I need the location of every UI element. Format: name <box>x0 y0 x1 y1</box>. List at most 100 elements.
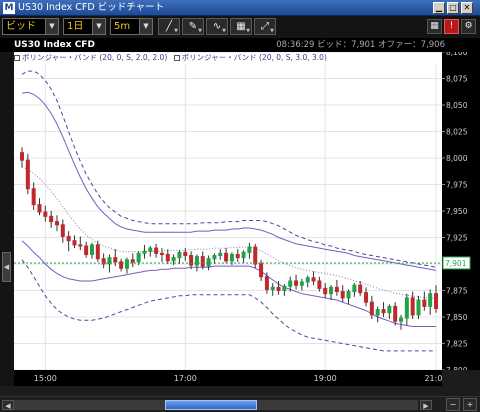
candle-down <box>72 240 77 246</box>
scroll-thumb[interactable] <box>165 400 257 410</box>
candle-up <box>194 256 199 266</box>
candle-down <box>31 188 36 206</box>
y-axis: 8,100 8,075 8,050 8,025 8,000 7,975 7,950 7,925… <box>442 48 480 375</box>
legend-item-bb-3[interactable]: ボリンジャー・バンド (20, 0, S, 3.0, 3.0) <box>173 52 327 64</box>
candle-down <box>393 305 398 322</box>
zoom-tool-button[interactable]: ⤢ ▼ <box>254 18 276 35</box>
candle-up <box>416 299 421 316</box>
x-tick-label: 17:00 <box>174 374 197 383</box>
indicator-tool-button[interactable]: ∿ ▼ <box>206 18 228 35</box>
alert-icon[interactable]: ! <box>444 19 459 34</box>
title-bar: M US30 Index CFD ビッドチャート ▁ □ ✕ <box>0 0 480 16</box>
candle-down <box>235 253 240 259</box>
x-axis: 15:00 17:00 19:00 21:00 <box>14 370 448 386</box>
lower-band-2-line <box>21 240 436 327</box>
window-title: US30 Index CFD ビッドチャート <box>18 2 165 13</box>
candle-down <box>334 286 339 293</box>
legend-item-bb-2[interactable]: ボリンジャー・バンド (20, 0, S, 2.0, 2.0) <box>14 52 167 64</box>
dropdown-arrow-icon: ▼ <box>174 28 178 34</box>
y-tick-label: 8,025 <box>446 128 468 137</box>
candle-up <box>171 257 176 262</box>
candle-up <box>136 252 141 263</box>
settings-icon[interactable]: ⚙ <box>461 19 476 34</box>
draw-line-tool-button[interactable]: ╱ ▼ <box>158 18 180 35</box>
candle-up <box>206 258 211 267</box>
zoom-out-button[interactable]: − <box>446 398 460 411</box>
candle-up <box>247 246 252 253</box>
interval-value: 5m <box>114 21 131 32</box>
candle-up <box>177 251 182 259</box>
chart-header: US30 Index CFD 08:36:29 ビッド：7,901 オファー：7… <box>0 38 480 52</box>
candle-down <box>154 247 159 254</box>
lower-band-3-line <box>21 259 436 352</box>
app-logo-icon: M <box>3 2 15 14</box>
candle-down <box>43 211 48 217</box>
grid-icon[interactable]: ▦ <box>427 19 442 34</box>
candle-down <box>434 293 438 310</box>
zoom-in-button[interactable]: + <box>463 398 477 411</box>
y-tick-label: 7,800 <box>446 366 468 370</box>
candle-down <box>113 257 118 263</box>
pin-tool-icon: ✎ <box>188 21 198 32</box>
candle-down <box>276 286 281 292</box>
x-tick-label: 21:00 <box>424 374 442 383</box>
y-tick-label: 7,950 <box>446 207 468 216</box>
candle-down <box>253 246 258 265</box>
chart-type-tool-button[interactable]: ▦ ▼ <box>230 18 252 35</box>
draw-line-tool-icon: ╱ <box>165 21 173 32</box>
candle-down <box>317 280 322 289</box>
symbol-label: US30 Index CFD <box>14 40 95 50</box>
y-tick-label: 8,075 <box>446 75 468 84</box>
x-tick-label: 19:00 <box>314 374 337 383</box>
dropdown-arrow-icon: ▼ <box>246 28 250 34</box>
interval-select[interactable]: 5m ▼ <box>110 18 153 35</box>
y-tick-label: 7,925 <box>446 234 468 243</box>
candle-down <box>54 221 59 226</box>
close-button[interactable]: ✕ <box>461 2 473 14</box>
candle-down <box>165 253 170 262</box>
legend-label: ボリンジャー・バンド (20, 0, S, 3.0, 3.0) <box>181 53 327 62</box>
maximize-button[interactable]: □ <box>447 2 459 14</box>
side-panel-toggle[interactable]: ◀ <box>2 252 11 282</box>
upper-band-2-line <box>21 91 437 271</box>
candle-down <box>78 244 83 247</box>
candle-down <box>189 255 194 266</box>
candle-down <box>422 299 427 307</box>
candle-down <box>25 159 30 190</box>
price-type-value: ビッド <box>6 21 36 32</box>
scroll-right-button[interactable]: ▶ <box>420 400 432 410</box>
indicator-tool-icon: ∿ <box>212 21 222 32</box>
checkbox-icon <box>14 55 20 61</box>
candle-down <box>364 292 369 303</box>
candle-up <box>288 280 293 287</box>
candle-down <box>66 235 71 242</box>
chart-area[interactable]: ボリンジャー・バンド (20, 0, S, 2.0, 2.0) ボリンジャー・バ… <box>14 52 442 370</box>
chart-plot[interactable] <box>14 52 442 370</box>
y-tick-label: 8,000 <box>446 154 468 163</box>
indicator-legend: ボリンジャー・バンド (20, 0, S, 2.0, 2.0) ボリンジャー・バ… <box>14 52 442 64</box>
scroll-left-button[interactable]: ◀ <box>2 400 14 410</box>
candle-up <box>387 305 392 314</box>
checkbox-icon <box>173 55 180 61</box>
candle-up <box>124 259 129 269</box>
candle-down <box>264 276 269 290</box>
dropdown-arrow-icon: ▼ <box>270 28 274 34</box>
candle-up <box>299 281 304 286</box>
candle-down <box>323 287 328 295</box>
x-axis-labels: 15:00 17:00 19:00 21:00 <box>34 374 448 383</box>
dropdown-arrow-icon: ▼ <box>198 28 202 34</box>
candle-down <box>369 301 374 316</box>
candle-down <box>259 263 264 278</box>
chevron-down-icon: ▼ <box>45 19 58 34</box>
period-select[interactable]: 1日 ▼ <box>63 18 106 35</box>
y-tick-label: 7,825 <box>446 340 468 349</box>
candle-down <box>20 152 24 161</box>
pin-tool-button[interactable]: ✎ ▼ <box>182 18 204 35</box>
minimize-button[interactable]: ▁ <box>433 2 445 14</box>
candle-up <box>399 317 404 322</box>
candle-down <box>60 224 65 237</box>
candle-up <box>229 253 234 262</box>
time-scrollbar[interactable]: ◀ ▶ − + <box>0 396 480 412</box>
price-type-select[interactable]: ビッド ▼ <box>2 18 59 35</box>
candle-up <box>212 255 217 260</box>
